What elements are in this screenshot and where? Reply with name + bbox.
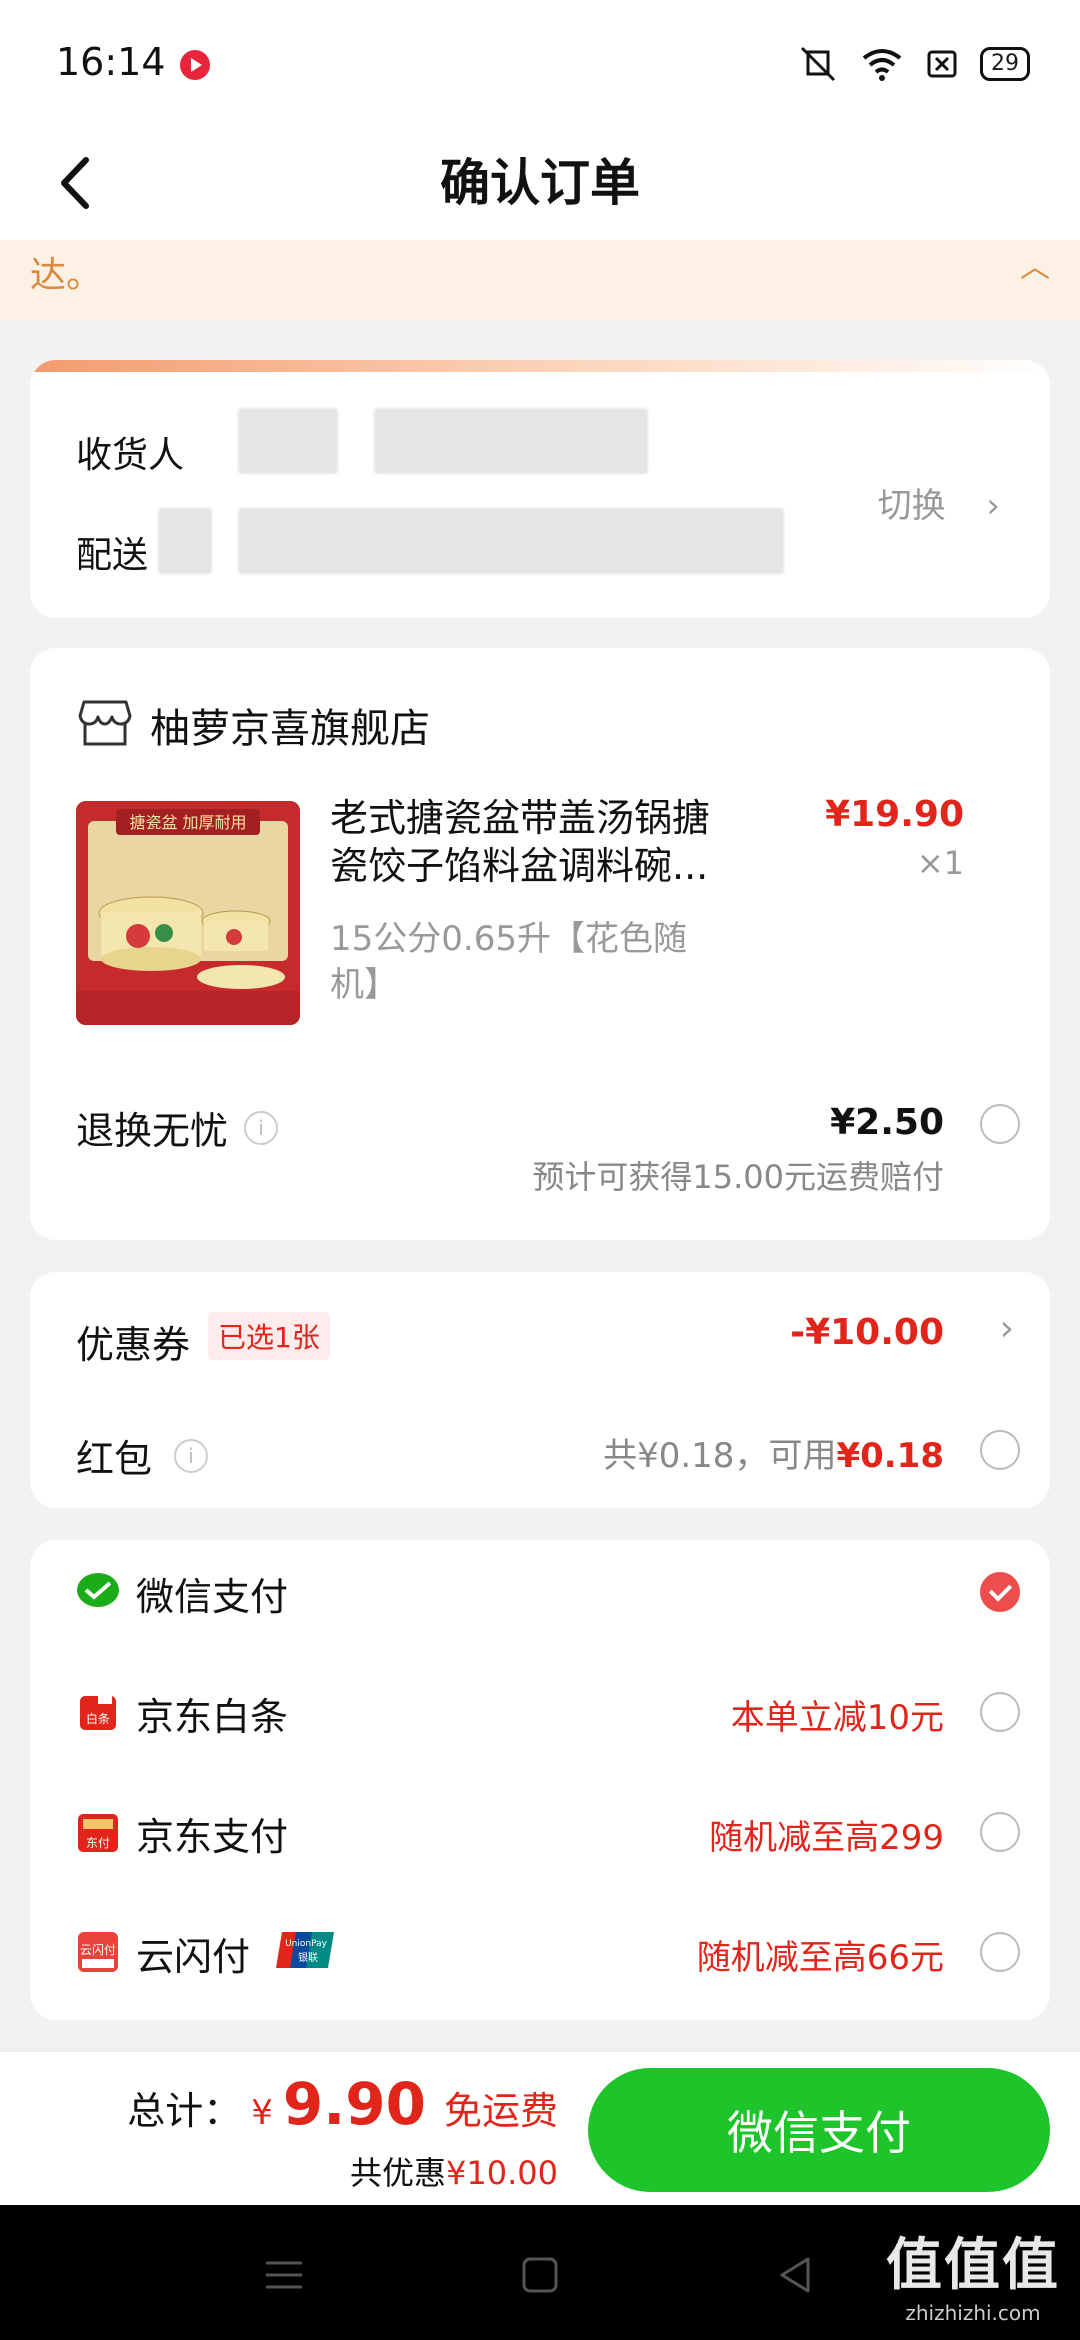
cloud-quickpass-icon: 云闪付 [78,1932,118,1972]
redpacket-checkbox[interactable] [980,1430,1020,1470]
nav-bar: 确认订单 [0,130,1080,240]
savings-amount: ¥10.00 [446,2154,558,2192]
coupon-amount[interactable]: -¥10.00 [790,1312,944,1353]
redpacket-row: 红包 i [76,1428,209,1483]
wechat-pay-button[interactable]: 微信支付 [588,2068,1050,2192]
product-spec: 15公分0.65升【花色随机】 [330,919,687,1005]
payment-radio[interactable] [980,1932,1020,1972]
redpacket-total: 共¥0.18，可用 [603,1436,837,1476]
payment-promo: 随机减至高66元 [696,1938,944,1978]
watermark-url: zhizhizhi.com [905,2301,1041,2325]
sim-off-icon [927,50,957,78]
screen-record-icon [180,50,210,80]
total-line: 总计： ¥ 9.90 免运费 [127,2070,558,2138]
coupon-selected-badge: 已选1张 [208,1312,330,1360]
redpacket-label: 红包 [76,1437,153,1481]
svg-text:东付: 东付 [86,1836,110,1850]
coupon-label: 优惠券 [76,1323,191,1367]
return-service-checkbox[interactable] [980,1104,1020,1144]
info-icon[interactable]: i [174,1438,209,1473]
redpacket-available: ¥0.18 [836,1436,944,1476]
payment-radio[interactable] [980,1692,1020,1732]
svg-text:云闪付: 云闪付 [80,1943,116,1957]
payment-label: 云闪付 [136,1935,251,1979]
total-amount: 9.90 [282,2070,426,2138]
notice-text: 达。 [30,255,103,296]
notice-banner: 达。 ︿ [0,240,1080,320]
product-banner-text: 搪瓷盆 加厚耐用 [129,813,246,832]
recipient-name-blurred [238,408,338,474]
unionpay-logo-icon: UnionPay 银联 [276,1932,334,1968]
payment-promo: 随机减至高299 [709,1818,944,1858]
recipient-phone-blurred [374,408,648,474]
product-title[interactable]: 老式搪瓷盆带盖汤锅搪瓷饺子馅料盆调料碗... [330,794,740,890]
home-icon[interactable] [520,2255,560,2295]
product-image[interactable]: 搪瓷盆 加厚耐用 [76,801,300,1025]
total-savings: 共优惠¥10.00 [350,2148,558,2194]
shop-card: 柚萝京喜旗舰店 搪瓷盆 加厚耐用 老式搪瓷盆带盖汤锅搪瓷饺子馅料盆调料碗... … [30,648,1050,1240]
discount-card: 优惠券 已选1张 -¥10.00 › 红包 i 共¥0.18，可用¥0.18 [30,1272,1050,1508]
status-icons: 29 [798,44,1030,84]
payment-radio[interactable] [980,1812,1020,1852]
total-currency: ¥ [251,2093,273,2133]
address-blurred [238,508,784,574]
menu-icon[interactable] [262,2255,306,2295]
product-price: ¥19.90 [825,794,964,835]
return-service-row: 退换无忧 i [76,1100,279,1155]
store-name[interactable]: 柚萝京喜旗舰店 [150,696,430,754]
collapse-icon[interactable]: ︿ [1020,242,1050,286]
savings-label: 共优惠 [350,2154,447,2192]
payment-option-jd-baitiao[interactable]: 白条 京东白条 本单立减10元 [30,1660,1050,1770]
total-label: 总计： [127,2089,242,2133]
address-card[interactable]: 收货人 配送 切换 › [30,360,1050,618]
free-shipping-label: 免运费 [443,2089,558,2133]
store-icon [78,700,132,746]
return-service-label: 退换无忧 [76,1109,229,1153]
delivery-label: 配送 [76,535,149,576]
delivery-tag-blurred [158,508,212,574]
unionpay-cn: 银联 [298,1951,318,1964]
payment-methods-card: 微信支付 白条 京东白条 本单立减10元 东付 京东支付 随机减至高299 云闪… [30,1540,1050,2020]
switch-label: 切换 [877,486,946,526]
payment-label: 京东支付 [136,1815,289,1859]
watermark-logo: 值值值 zhizhizhi.com [886,2220,1060,2325]
payment-promo: 本单立减10元 [730,1698,944,1738]
chevron-right-icon[interactable]: › [1000,1308,1014,1349]
battery-indicator: 29 [980,47,1030,81]
product-quantity: ×1 [916,844,964,882]
checkout-bar: 总计： ¥ 9.90 免运费 共优惠¥10.00 微信支付 [0,2050,1080,2207]
wechat-pay-icon [77,1573,119,1607]
system-nav-bar: 值值值 zhizhizhi.com [0,2205,1080,2340]
switch-address-button[interactable]: 切换 › [878,478,1000,527]
chevron-right-icon: › [986,486,1000,526]
wifi-icon [862,49,902,81]
watermark-text: 值值值 [886,2233,1060,2298]
svg-text:白条: 白条 [86,1711,110,1726]
return-service-price: ¥2.50 [830,1102,944,1143]
status-bar: 16:14 29 [0,0,1080,130]
back-triangle-icon[interactable] [776,2255,816,2295]
jd-baitiao-icon: 白条 [80,1690,116,1730]
recipient-label: 收货人 [76,435,185,476]
info-icon[interactable]: i [244,1110,279,1145]
mute-icon [800,46,836,82]
status-time: 16:14 [56,40,166,84]
redpacket-value: 共¥0.18，可用¥0.18 [603,1428,944,1477]
payment-option-cloud-quickpass[interactable]: 云闪付 云闪付 UnionPay 银联 随机减至高66元 [30,1900,1050,2010]
product-illustration: 搪瓷盆 加厚耐用 [76,801,300,1025]
payment-option-jd-pay[interactable]: 东付 京东支付 随机减至高299 [30,1780,1050,1890]
jd-pay-icon: 东付 [78,1814,118,1852]
unionpay-en: UnionPay [285,1939,328,1949]
payment-option-wechat[interactable]: 微信支付 [30,1540,1050,1650]
return-service-note: 预计可获得15.00元运费赔付 [532,1158,944,1196]
payment-label: 京东白条 [136,1695,289,1739]
page-title: 确认订单 [440,154,640,212]
payment-radio-checked[interactable] [980,1572,1020,1612]
payment-label: 微信支付 [136,1575,289,1619]
